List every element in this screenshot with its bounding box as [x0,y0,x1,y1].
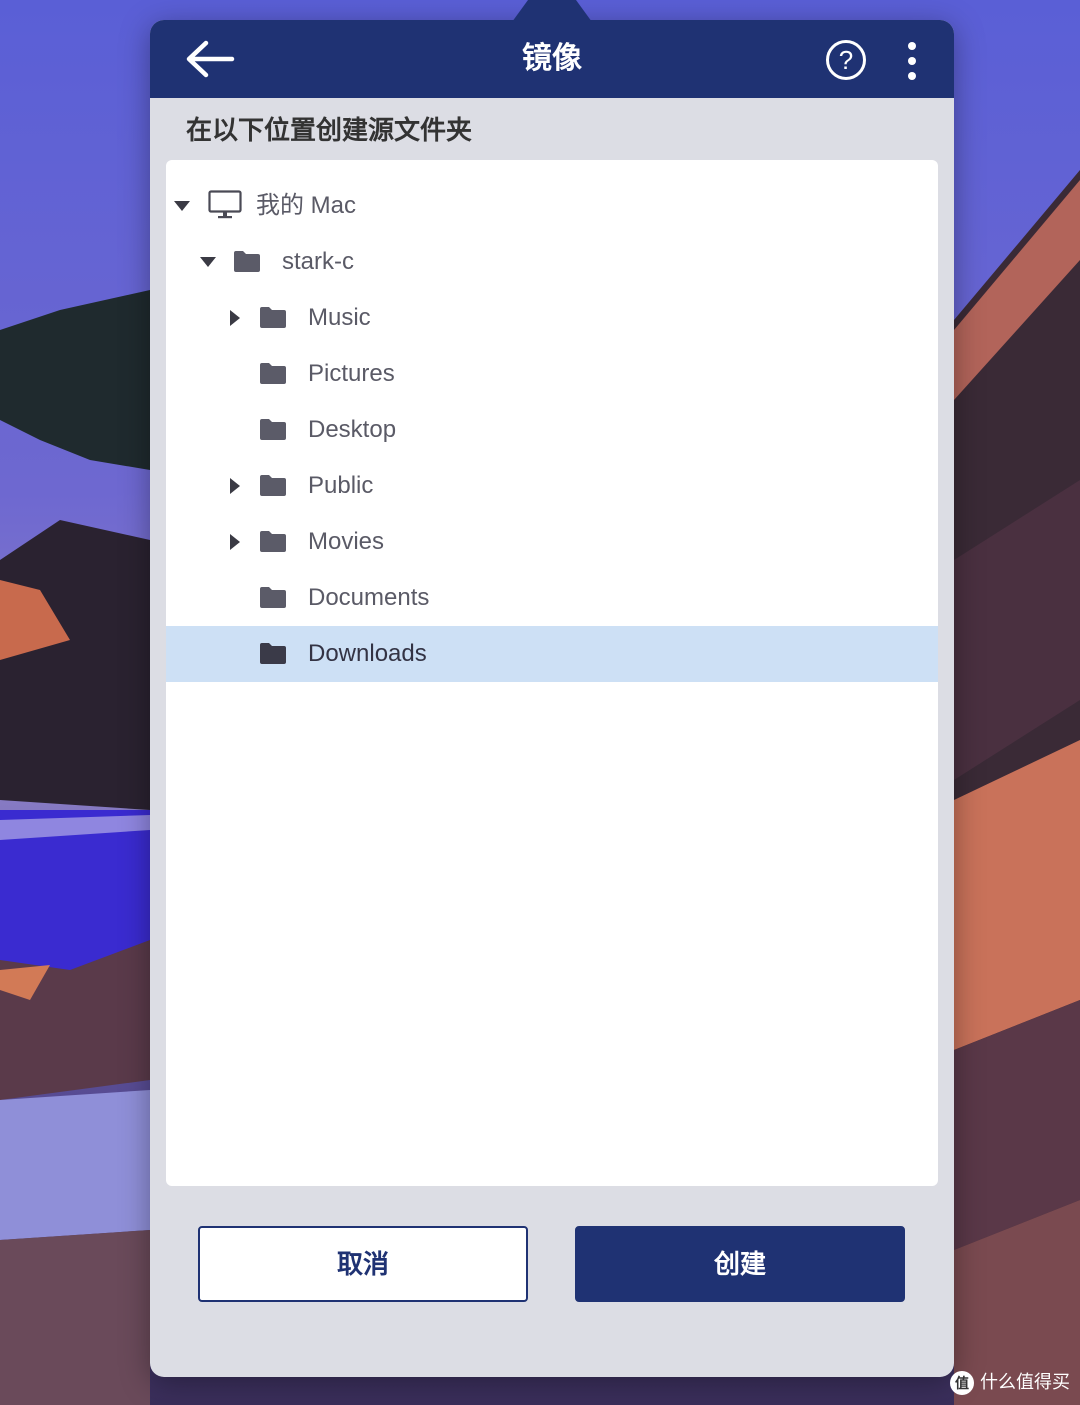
create-button[interactable]: 创建 [575,1226,905,1302]
tree-row-label: Downloads [308,640,427,667]
tree-row-label: Music [308,304,371,331]
tree-row[interactable]: stark-c [166,234,938,290]
folder-tree: 我的 Mac stark-c Music Pictures Desktop Public M… [166,160,938,1186]
help-button[interactable]: ? [826,40,866,80]
tree-row[interactable]: Desktop [166,402,938,458]
more-options-button[interactable] [898,42,926,80]
cancel-button[interactable]: 取消 [198,1226,528,1302]
computer-icon [208,190,242,219]
tree-row-label: Pictures [308,360,395,387]
watermark: 值什么值得买 [950,1368,1070,1396]
folder-icon [260,419,286,440]
disclosure-down-icon[interactable] [200,254,216,270]
dot-icon [908,42,916,50]
watermark-logo: 值 [950,1371,974,1396]
tree-row-label: Movies [308,528,385,555]
folder-icon [260,587,286,608]
dot-icon [908,72,916,80]
tree-row[interactable]: Public [166,458,938,514]
tree-row[interactable]: 我的 Mac [166,178,938,234]
disclosure-right-icon[interactable] [226,534,242,550]
tree-row[interactable]: Downloads [166,626,938,682]
tree-row[interactable]: Pictures [166,346,938,402]
location-prompt: 在以下位置创建源文件夹 [186,115,473,145]
tree-row[interactable]: Music [166,290,938,346]
tree-row-label: Public [308,472,374,499]
arrow-left-icon [186,40,235,78]
disclosure-right-icon[interactable] [226,478,242,494]
folder-icon [260,307,286,328]
mirror-dialog: 镜像 ? 在以下位置创建源文件夹 我的 Mac stark-c Music Pictu… [150,20,954,1377]
folder-icon [260,531,286,552]
tree-row-label: Desktop [308,416,397,443]
disclosure-down-icon[interactable] [174,198,190,214]
back-button[interactable] [184,38,236,80]
folder-icon [260,643,286,664]
dot-icon [908,57,916,65]
tree-row-label: Documents [308,584,430,611]
folder-icon [260,475,286,496]
tree-row-label: stark-c [282,248,354,275]
watermark-text: 什么值得买 [980,1372,1070,1392]
folder-icon [260,363,286,384]
tree-row[interactable]: Movies [166,514,938,570]
desktop-wallpaper: 镜像 ? 在以下位置创建源文件夹 我的 Mac stark-c Music Pictu… [0,0,1080,1405]
dialog-header: 镜像 ? [150,20,954,98]
tree-row[interactable]: Documents [166,570,938,626]
folder-icon [234,251,260,272]
disclosure-right-icon[interactable] [226,310,242,326]
tree-row-label: 我的 Mac [256,192,357,219]
